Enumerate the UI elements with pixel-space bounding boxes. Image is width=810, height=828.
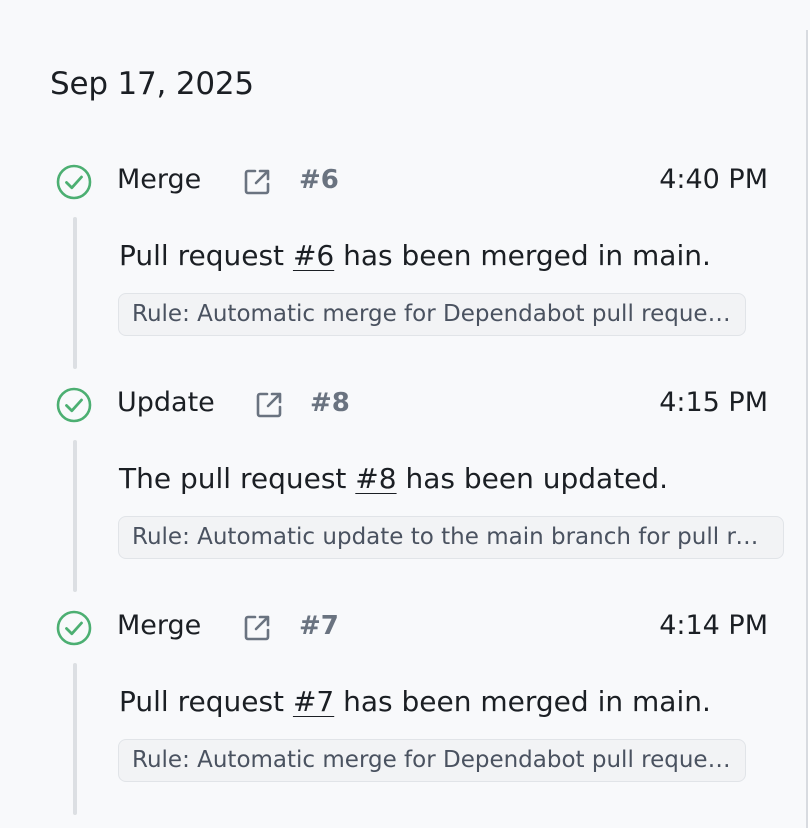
- timeline-line: [73, 440, 77, 592]
- date-heading: Sep 17, 2025: [50, 66, 254, 102]
- event-time: 4:40 PM: [659, 164, 768, 195]
- description-text: has been updated.: [396, 462, 669, 495]
- event-description: Pull request #6 has been merged in main.: [119, 239, 711, 272]
- external-link-icon[interactable]: [241, 166, 273, 198]
- panel-border: [806, 30, 810, 828]
- check-circle-icon: [56, 164, 92, 200]
- event-time: 4:15 PM: [659, 387, 768, 418]
- timeline-line: [73, 217, 77, 369]
- description-text: Pull request: [119, 239, 293, 272]
- event-type: Merge: [117, 164, 202, 195]
- event-type: Merge: [117, 610, 202, 641]
- description-text: has been merged in main.: [334, 685, 711, 718]
- event-type: Update: [117, 387, 215, 418]
- pr-number-link[interactable]: #8: [310, 388, 350, 418]
- pr-number-link[interactable]: #7: [299, 611, 339, 641]
- external-link-icon[interactable]: [241, 612, 273, 644]
- event-description: The pull request #8 has been updated.: [119, 462, 668, 495]
- external-link-icon[interactable]: [253, 389, 285, 421]
- check-circle-icon: [56, 610, 92, 646]
- description-text: has been merged in main.: [334, 239, 711, 272]
- rule-badge[interactable]: Rule: Automatic merge for Dependabot pul…: [118, 739, 746, 782]
- timeline-event: Merge #6 4:40 PM Pull request #6 has bee…: [0, 156, 790, 378]
- pr-link[interactable]: #7: [293, 685, 334, 718]
- timeline-event: Merge #7 4:14 PM Pull request #7 has bee…: [0, 602, 790, 824]
- check-circle-icon: [56, 387, 92, 423]
- pr-number-link[interactable]: #6: [299, 165, 339, 195]
- pr-link[interactable]: #6: [293, 239, 334, 272]
- timeline-line: [73, 663, 77, 815]
- rule-badge[interactable]: Rule: Automatic update to the main branc…: [118, 516, 784, 559]
- description-text: The pull request: [119, 462, 356, 495]
- rule-badge[interactable]: Rule: Automatic merge for Dependabot pul…: [118, 293, 746, 336]
- event-time: 4:14 PM: [659, 610, 768, 641]
- description-text: Pull request: [119, 685, 293, 718]
- pr-link[interactable]: #8: [355, 462, 396, 495]
- event-log-page: Sep 17, 2025 Merge #6 4:40 PM Pull reque…: [0, 0, 810, 828]
- timeline-event: Update #8 4:15 PM The pull request #8 ha…: [0, 379, 790, 601]
- event-description: Pull request #7 has been merged in main.: [119, 685, 711, 718]
